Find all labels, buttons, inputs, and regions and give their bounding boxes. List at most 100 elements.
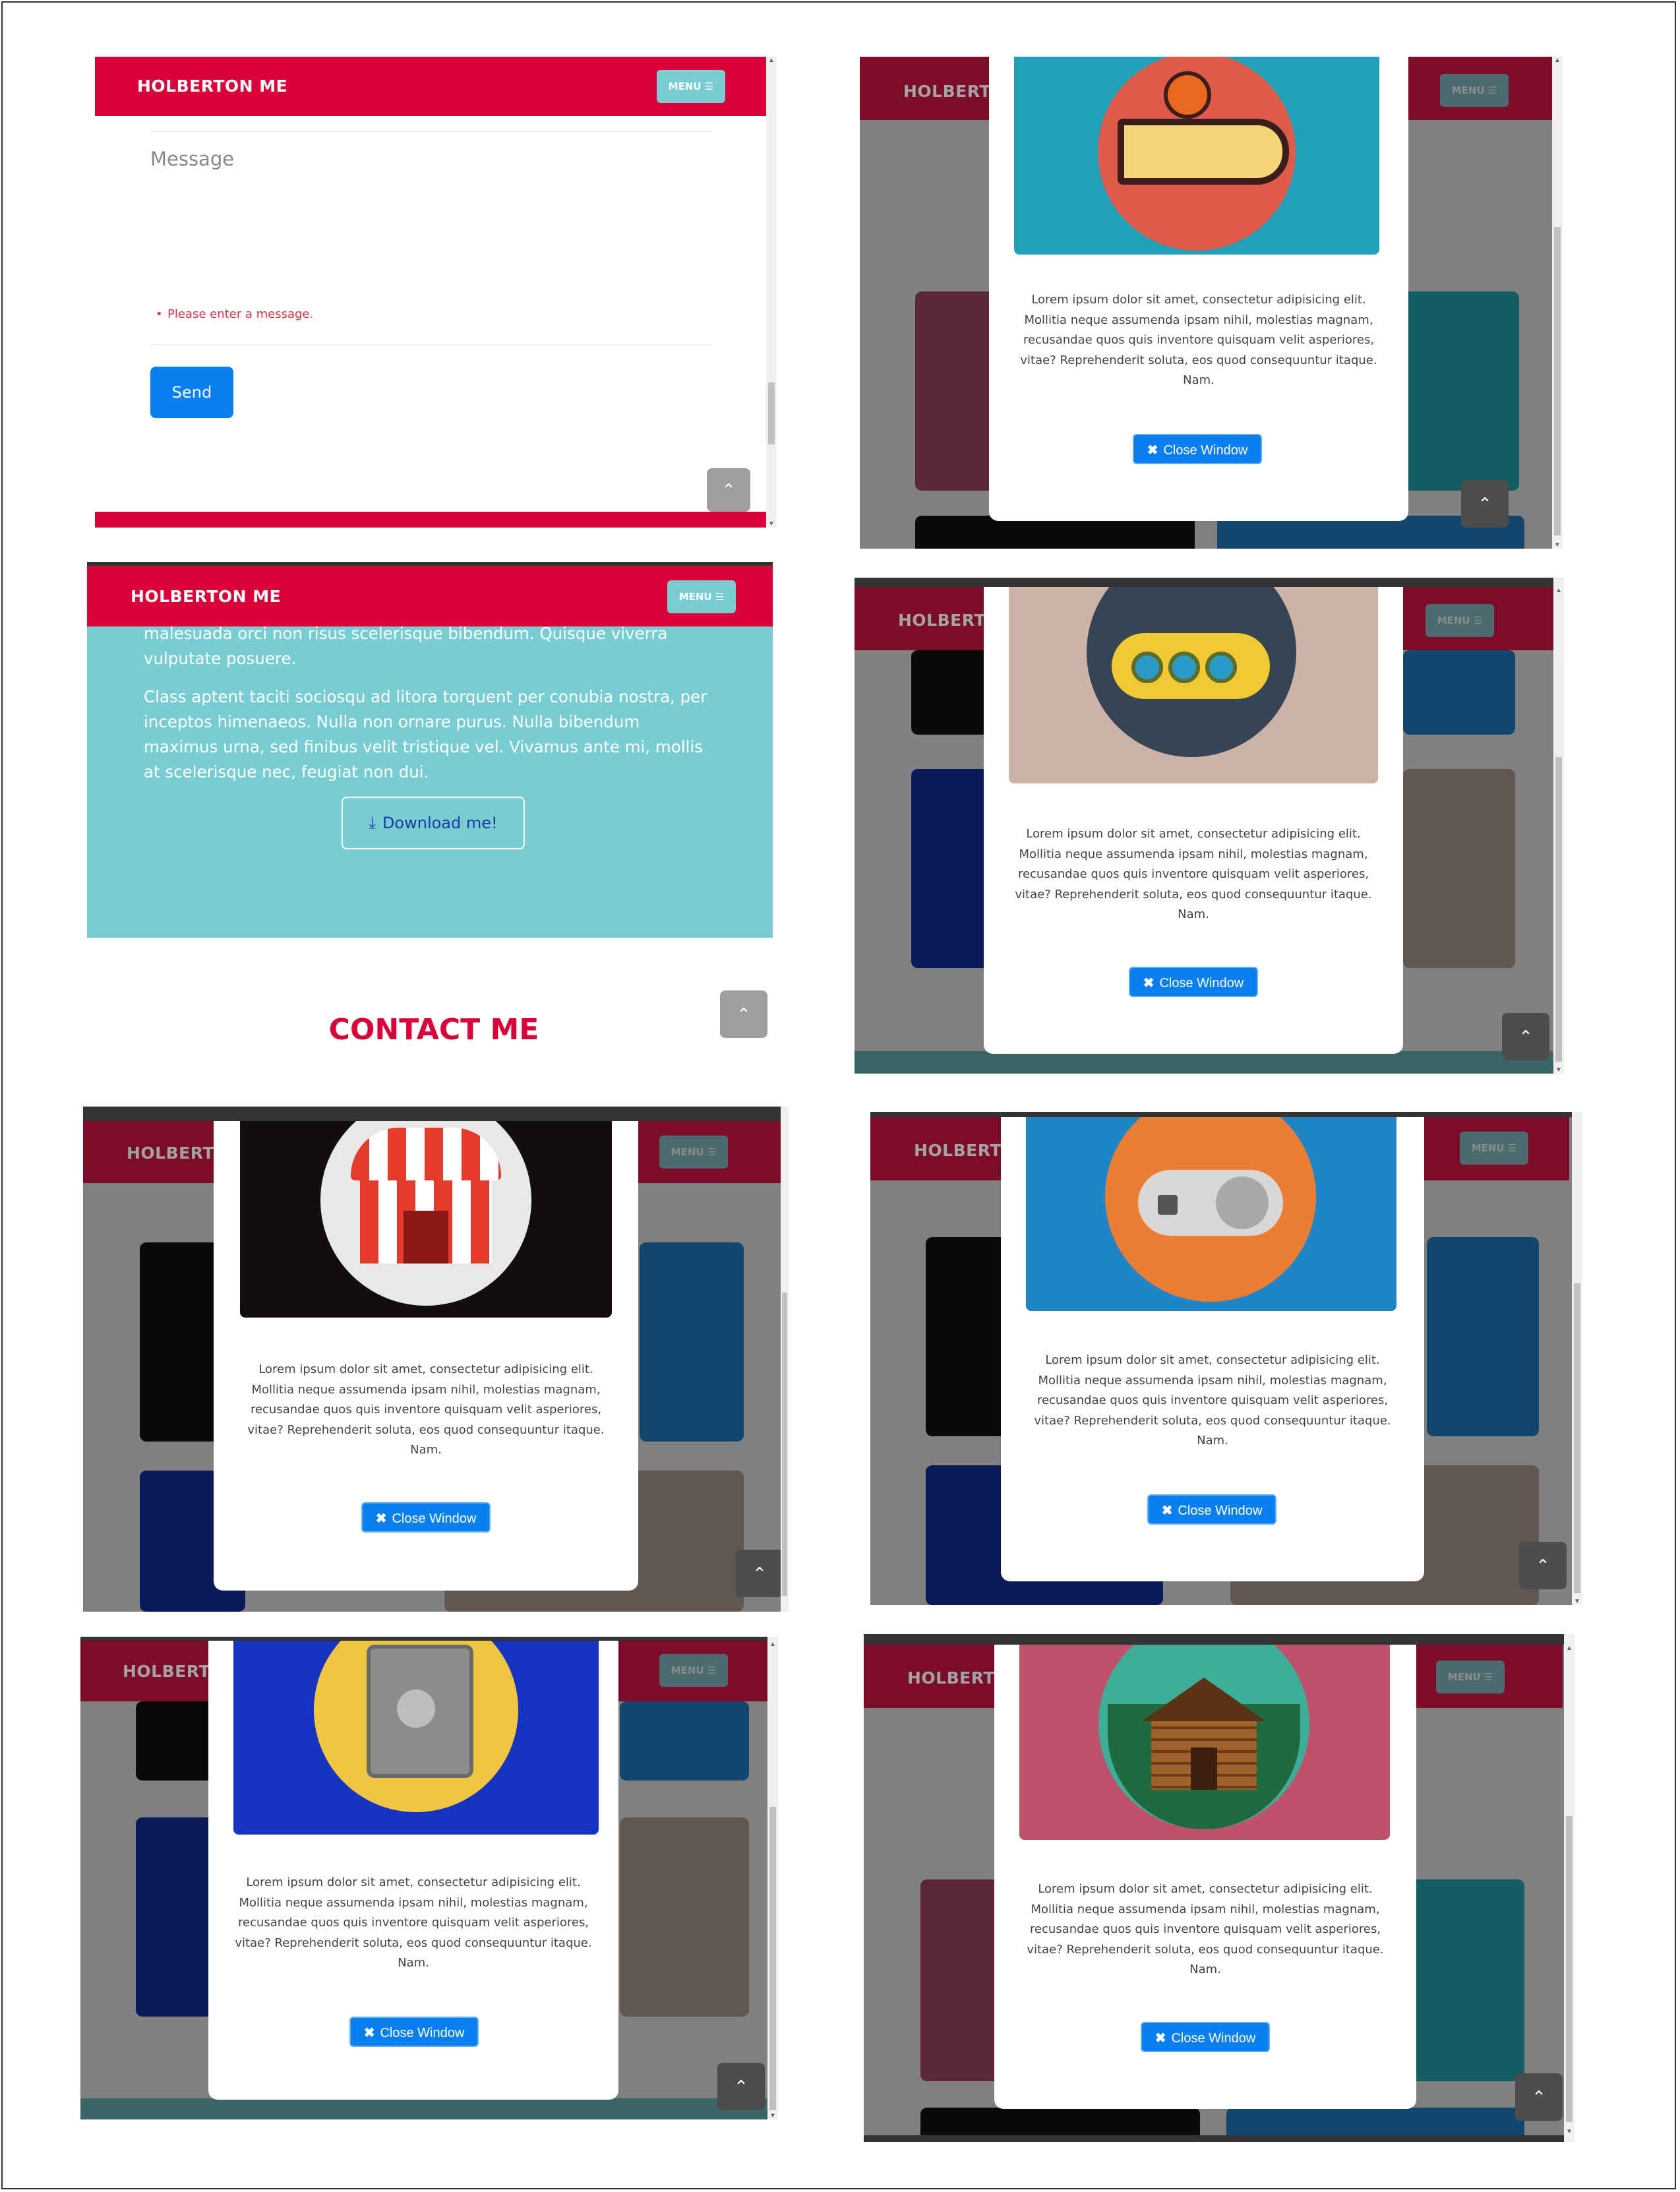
close-icon: ✖ xyxy=(1143,976,1155,990)
modal-text-line: recusandae quos quis inventore quisquam … xyxy=(237,1916,589,1930)
scrollbar-thumb[interactable] xyxy=(1574,1283,1580,1593)
scrollbar-thumb[interactable] xyxy=(769,1807,776,2110)
close-window-button[interactable]: ✖ Close Window xyxy=(1141,2022,1270,2052)
scroll-to-top-button[interactable]: ⌃ xyxy=(720,990,767,1038)
modal-text-line: Mollitia neque assumenda ipsam nihil, mo… xyxy=(251,1382,601,1397)
safe-image xyxy=(233,1641,599,1835)
menu-button[interactable]: MENU ☰ xyxy=(657,70,725,103)
footer-strip xyxy=(95,512,766,528)
top-bar xyxy=(864,1634,1575,1645)
scroll-to-top-button[interactable]: ⌃ xyxy=(1502,1013,1549,1060)
chevron-up-icon: ⌃ xyxy=(1518,1027,1533,1047)
error-message: Please enter a message. xyxy=(167,307,314,321)
game-controller-icon xyxy=(1105,1117,1316,1302)
chevron-up-icon: ⌃ xyxy=(1536,1556,1550,1575)
download-button[interactable]: ⤓ Download me! xyxy=(342,797,525,849)
scroll-down-arrow[interactable]: ▼ xyxy=(1572,1598,1582,1605)
scrollbar[interactable]: ▲ ▼ xyxy=(767,1637,778,2119)
scroll-to-top-button[interactable]: ⌃ xyxy=(717,2063,765,2110)
close-window-button[interactable]: ✖ Close Window xyxy=(349,2017,479,2047)
portfolio-modal-screenshot: HOLBERTON ME MENU ☰ Lorem ipsum dolor si… xyxy=(860,57,1563,549)
modal-text-line: vitae? Reprehenderit soluta, eos quod co… xyxy=(235,1935,592,1950)
portfolio-tile[interactable] xyxy=(1427,1237,1539,1436)
scroll-down-arrow[interactable]: ▼ xyxy=(1564,2128,1575,2135)
modal-description: Lorem ipsum dolor sit amet, consectetur … xyxy=(233,1360,618,1461)
cake-icon xyxy=(1098,57,1296,251)
portfolio-tile[interactable] xyxy=(640,1242,744,1442)
menu-button[interactable]: MENU ☰ xyxy=(667,580,736,613)
scroll-to-top-button[interactable]: ⌃ xyxy=(736,1550,783,1597)
scroll-down-arrow[interactable]: ▼ xyxy=(1553,1066,1564,1074)
portfolio-tile[interactable] xyxy=(620,1701,749,1781)
brand-logo[interactable]: HOLBERTON ME xyxy=(137,76,287,96)
scroll-up-arrow[interactable]: ▲ xyxy=(1552,57,1563,64)
menu-button[interactable]: MENU ☰ xyxy=(1425,604,1494,637)
brand-logo[interactable]: HOLBERTON ME xyxy=(131,587,281,606)
log-cabin-image xyxy=(1019,1645,1390,1840)
divider xyxy=(150,344,712,346)
about-paragraph: Class aptent taciti sociosqu ad litora t… xyxy=(144,687,707,781)
menu-button[interactable]: MENU ☰ xyxy=(1436,1660,1505,1693)
scroll-up-arrow[interactable]: ▲ xyxy=(766,57,777,64)
scrollbar[interactable]: ▲ ▼ xyxy=(1564,1634,1575,2142)
contact-form-screenshot: HOLBERTON ME MENU ☰ Message • Please ent… xyxy=(95,57,777,528)
scrollbar-thumb[interactable] xyxy=(768,382,775,444)
modal-text-line: Lorem ipsum dolor sit amet, consectetur … xyxy=(246,1875,581,1889)
scroll-down-arrow[interactable]: ▼ xyxy=(767,2112,778,2119)
modal-description: Lorem ipsum dolor sit amet, consectetur … xyxy=(1009,290,1389,391)
scrollbar-thumb[interactable] xyxy=(1555,757,1562,1062)
menu-button[interactable]: MENU ☰ xyxy=(1460,1132,1528,1165)
close-window-button[interactable]: ✖ Close Window xyxy=(1133,434,1262,464)
portfolio-tile[interactable] xyxy=(1403,650,1515,735)
scrollbar[interactable] xyxy=(781,1107,789,1612)
portfolio-tile[interactable] xyxy=(1400,291,1519,491)
modal-text-line: Lorem ipsum dolor sit amet, consectetur … xyxy=(1026,827,1361,841)
menu-button[interactable]: MENU ☰ xyxy=(1440,74,1509,107)
portfolio-tile[interactable] xyxy=(620,1817,749,2017)
modal-text-line: vitae? Reprehenderit soluta, eos quod co… xyxy=(1020,353,1377,367)
scroll-to-top-button[interactable]: ⌃ xyxy=(1461,480,1509,528)
submarine-image xyxy=(1009,587,1378,783)
modal-text-line: Mollitia neque assumenda ipsam nihil, mo… xyxy=(239,1895,588,1910)
scrollbar[interactable]: ▲ ▼ xyxy=(1552,57,1563,549)
contact-heading: CONTACT ME xyxy=(328,1013,539,1047)
portfolio-modal: Lorem ipsum dolor sit amet, consectetur … xyxy=(1001,1117,1424,1581)
scrollbar[interactable]: ▼ xyxy=(1572,1112,1582,1605)
close-label: Close Window xyxy=(392,1511,477,1526)
scroll-to-top-button[interactable]: ⌃ xyxy=(1519,1542,1567,1589)
scroll-to-top-button[interactable]: ⌃ xyxy=(707,468,750,512)
scroll-down-arrow[interactable]: ▼ xyxy=(766,520,777,528)
send-button[interactable]: Send xyxy=(150,367,233,418)
message-placeholder: Message xyxy=(150,148,235,170)
scrollbar-thumb[interactable] xyxy=(1566,1816,1573,2122)
close-window-button[interactable]: ✖ Close Window xyxy=(361,1502,491,1533)
modal-text-line: Nam. xyxy=(1178,907,1209,921)
scrollbar[interactable]: ▲ ▼ xyxy=(1553,578,1564,1074)
modal-text-line: recusandae quos quis inventore quisquam … xyxy=(1029,1922,1381,1936)
portfolio-tile[interactable] xyxy=(1403,769,1515,968)
portfolio-tile[interactable] xyxy=(1411,1879,1524,2081)
menu-button[interactable]: MENU ☰ xyxy=(659,1136,728,1169)
close-window-button[interactable]: ✖ Close Window xyxy=(1147,1494,1276,1525)
close-label: Close Window xyxy=(1159,976,1244,990)
scroll-up-arrow[interactable]: ▲ xyxy=(1553,587,1564,594)
portfolio-modal: Lorem ipsum dolor sit amet, consectetur … xyxy=(214,1121,638,1591)
scroll-up-arrow[interactable]: ▲ xyxy=(767,1641,778,1648)
scroll-up-arrow[interactable]: ▲ xyxy=(1564,1645,1575,1652)
close-label: Close Window xyxy=(1171,2031,1256,2046)
scroll-down-arrow[interactable]: ▼ xyxy=(1552,541,1563,549)
scroll-to-top-button[interactable]: ⌃ xyxy=(1515,2073,1563,2121)
modal-text-line: Nam. xyxy=(410,1443,442,1457)
chevron-up-icon: ⌃ xyxy=(736,1004,751,1024)
top-bar xyxy=(83,1107,789,1121)
scrollbar-thumb[interactable] xyxy=(782,1293,787,1596)
message-textarea[interactable]: Message xyxy=(150,133,712,331)
modal-text-line: Lorem ipsum dolor sit amet, consectetur … xyxy=(1045,1353,1380,1367)
footer-strip xyxy=(855,1051,1553,1074)
modal-text-line: Mollitia neque assumenda ipsam nihil, mo… xyxy=(1038,1373,1387,1387)
top-bar xyxy=(870,1112,1582,1117)
scrollbar-thumb[interactable] xyxy=(1554,227,1561,535)
menu-button[interactable]: MENU ☰ xyxy=(659,1654,728,1687)
close-window-button[interactable]: ✖ Close Window xyxy=(1129,967,1258,997)
scrollbar[interactable]: ▲ ▼ xyxy=(766,57,777,528)
